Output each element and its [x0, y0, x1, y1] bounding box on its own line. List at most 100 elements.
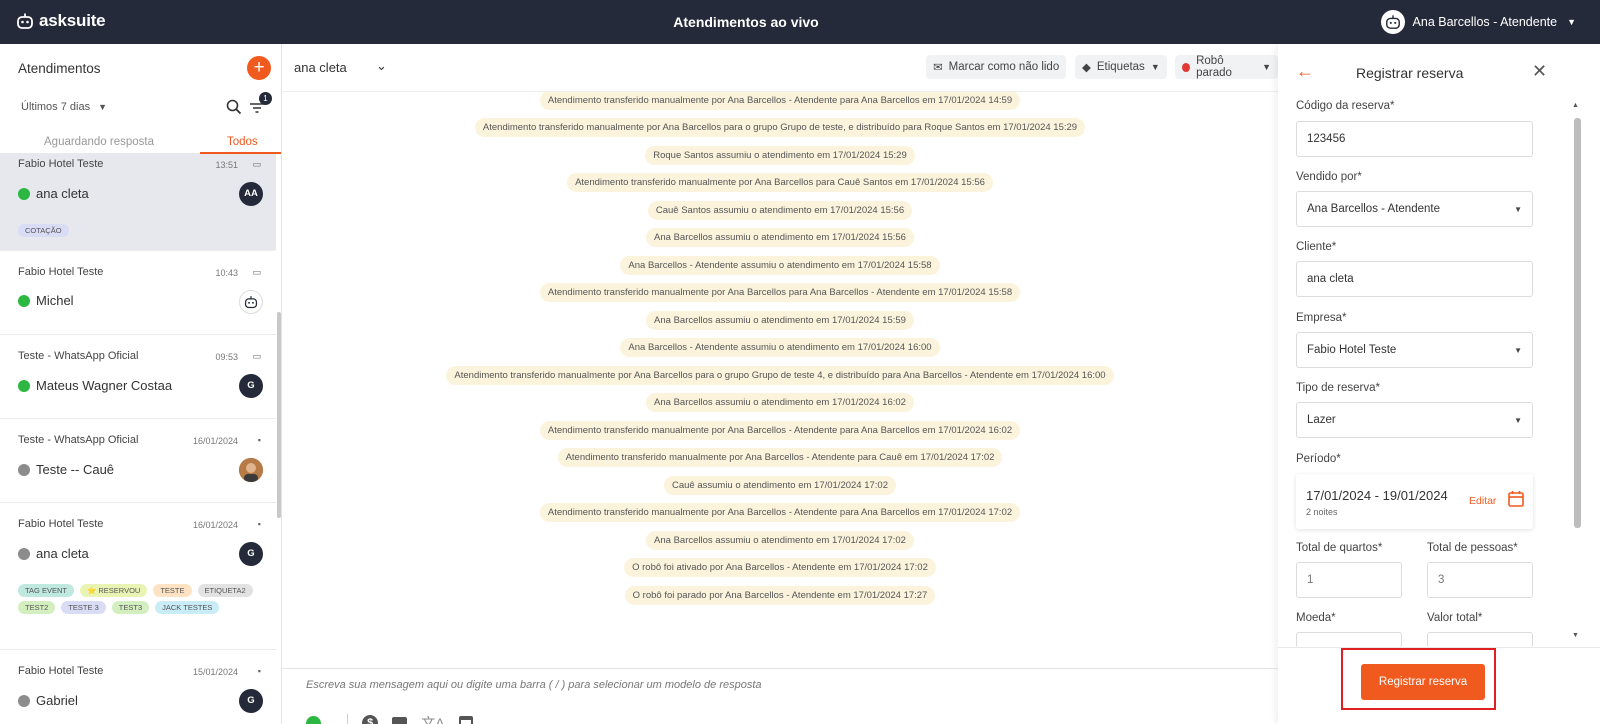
add-conversation-button[interactable]: + [247, 56, 271, 80]
calendar-icon[interactable] [1508, 490, 1524, 512]
tag-list: TAG EVENT ⭐ RESERVOU TESTE ETIQUETA2 TES… [18, 584, 258, 614]
system-event: Ana Barcellos - Atendente assumiu o aten… [282, 337, 1278, 357]
labels-label: Etiquetas [1096, 61, 1145, 73]
calendar-icon[interactable] [458, 716, 473, 724]
conversations-panel: Atendimentos + Últimos 7 dias ▼ 1 Aguard… [0, 44, 282, 724]
conversation-time: 16/01/2024 [192, 436, 238, 446]
chat-bubble-icon: ▭ [252, 351, 261, 361]
conversation-time: 09:53 [215, 352, 238, 362]
system-event: Ana Barcellos assumiu o atendimento em 1… [282, 530, 1278, 550]
labels-button[interactable]: ◆ Etiquetas ▼ [1075, 55, 1167, 79]
conversation-source: Fabio Hotel Teste [18, 518, 104, 530]
total-value-input[interactable] [1427, 632, 1533, 648]
total-rooms-input[interactable]: 1 [1296, 562, 1402, 598]
conversation-item[interactable]: Teste - WhatsApp Oficial 09:53 ▭ Mateus … [0, 335, 276, 419]
register-reservation-button[interactable]: Registrar reserva [1361, 664, 1485, 700]
chat-bubble-icon: ▭ [252, 267, 261, 277]
message-composer[interactable]: Escreva sua mensagem aqui ou digite uma … [282, 668, 1278, 724]
reservation-code-label: Código da reserva* [1296, 100, 1395, 112]
period-filter[interactable]: Últimos 7 dias ▼ [21, 101, 107, 113]
conversation-item[interactable]: Fabio Hotel Teste 15/01/2024 ▪ Gabriel G [0, 650, 276, 724]
conversation-item[interactable]: Fabio Hotel Teste 16/01/2024 ▪ ana cleta… [0, 503, 276, 650]
conversation-time: 15/01/2024 [192, 667, 238, 677]
quick-reply-icon[interactable] [392, 716, 408, 724]
total-rooms-label: Total de quartos* [1296, 542, 1383, 554]
user-avatar [1380, 10, 1405, 34]
system-event: Atendimento transferido manualmente por … [282, 365, 1278, 385]
avatar: G [239, 542, 263, 566]
chevron-down-icon: ▼ [1150, 62, 1160, 72]
conversation-contact: Teste -- Cauê [18, 462, 114, 477]
chevron-down-icon[interactable]: ⌄ [376, 58, 387, 74]
tab-awaiting-reply[interactable]: Aguardando resposta [44, 136, 154, 148]
tag: TESTE 3 [61, 601, 106, 614]
conversation-contact: Gabriel [18, 693, 78, 708]
tag: TESTE [153, 584, 192, 597]
reservation-code-input[interactable]: 123456 [1296, 121, 1533, 157]
avatar: G [239, 374, 263, 398]
scroll-up-icon[interactable]: ▲ [1572, 102, 1579, 109]
period-dates: 17/01/2024 - 19/01/2024 [1306, 488, 1448, 503]
system-event: Atendimento transferido manualmente por … [282, 282, 1278, 302]
system-event: Roque Santos assumiu o atendimento em 17… [282, 145, 1278, 165]
system-event: Atendimento transferido manualmente por … [282, 420, 1278, 440]
mark-unread-button[interactable]: ✉ Marcar como não lido [926, 55, 1067, 79]
archive-icon: ▪ [257, 519, 261, 529]
reservation-type-select[interactable]: Lazer ▼ [1296, 402, 1533, 438]
reservation-type-label: Tipo de reserva* [1296, 382, 1380, 394]
system-event: Atendimento transferido manualmente por … [282, 172, 1278, 192]
close-icon[interactable]: ✕ [1532, 61, 1547, 82]
chat-panel: ana cleta ⌄ ✉ Marcar como não lido ◆ Eti… [282, 44, 1278, 724]
tag: JACK TESTES [155, 601, 220, 614]
whatsapp-icon [18, 694, 30, 707]
contact-name: Mateus Wagner Costaa [36, 378, 173, 393]
sold-by-select[interactable]: Ana Barcellos - Atendente ▼ [1296, 191, 1533, 227]
conversation-item[interactable]: Fabio Hotel Teste 10:43 ▭ Michel [0, 251, 276, 335]
chat-events: Atendimento transferido manualmente por … [282, 92, 1278, 660]
translate-icon[interactable]: 文A [421, 713, 444, 724]
tab-all[interactable]: Todos [227, 136, 258, 148]
form-scrollbar[interactable]: ▲ ▼ [1572, 102, 1581, 640]
conversation-scrollbar[interactable] [277, 312, 281, 518]
edit-period-link[interactable]: Editar [1469, 495, 1496, 507]
whatsapp-icon [18, 379, 30, 392]
search-icon[interactable] [226, 99, 242, 120]
conversation-tabs: Aguardando resposta Todos [0, 132, 281, 154]
whatsapp-channel-icon[interactable]: ⌄ [306, 715, 333, 724]
back-arrow-icon[interactable]: ← [1296, 61, 1314, 82]
composer-toolbar: ⌄ $ 文A [306, 713, 473, 724]
scroll-down-icon[interactable]: ▼ [1572, 632, 1579, 639]
system-event: Atendimento transferido manualmente por … [282, 92, 1278, 110]
tag-list: COTAÇÃO [18, 224, 258, 237]
total-people-input[interactable]: 3 [1427, 562, 1533, 598]
whatsapp-icon [18, 463, 30, 476]
reservation-panel: ← Registrar reserva ✕ Código da reserva*… [1278, 44, 1600, 724]
conversation-source: Teste - WhatsApp Oficial [18, 350, 139, 362]
user-menu[interactable]: Ana Barcellos - Atendente ▼ [1380, 10, 1576, 34]
conversation-source: Fabio Hotel Teste [18, 665, 104, 677]
contact-name: Gabriel [36, 693, 78, 708]
chat-contact-name[interactable]: ana cleta [294, 60, 347, 75]
currency-select[interactable] [1296, 632, 1402, 648]
tag: ETIQUETA2 [197, 584, 253, 597]
conversation-source: Fabio Hotel Teste [18, 266, 104, 278]
scrollbar-thumb[interactable] [1574, 118, 1581, 528]
conversation-item[interactable]: Teste - WhatsApp Oficial 16/01/2024 ▪ Te… [0, 419, 276, 503]
robot-status-button[interactable]: Robô parado ▼ [1175, 55, 1278, 79]
system-event: Cauê Santos assumiu o atendimento em 17/… [282, 200, 1278, 220]
caret-down-icon: ▼ [1514, 204, 1522, 214]
message-input[interactable]: Escreva sua mensagem aqui ou digite uma … [306, 679, 762, 691]
company-select[interactable]: Fabio Hotel Teste ▼ [1296, 332, 1533, 368]
system-event: O robô foi parado por Ana Barcellos - At… [282, 585, 1278, 605]
conversation-item[interactable]: Fabio Hotel Teste 13:51 ▭ ana cleta AA C… [0, 154, 276, 251]
payment-icon[interactable]: $ [362, 715, 379, 724]
reservation-title: Registrar reserva [1356, 65, 1464, 81]
tag: TEST2 [18, 601, 56, 614]
conversations-title: Atendimentos [18, 61, 101, 76]
conversation-source: Teste - WhatsApp Oficial [18, 434, 139, 446]
caret-down-icon: ▼ [1514, 415, 1522, 425]
client-input[interactable]: ana cleta [1296, 261, 1533, 297]
conversation-contact: Mateus Wagner Costaa [18, 378, 172, 393]
chat-bubble-icon: ▭ [252, 159, 261, 169]
chevron-down-icon: ▼ [98, 102, 108, 112]
